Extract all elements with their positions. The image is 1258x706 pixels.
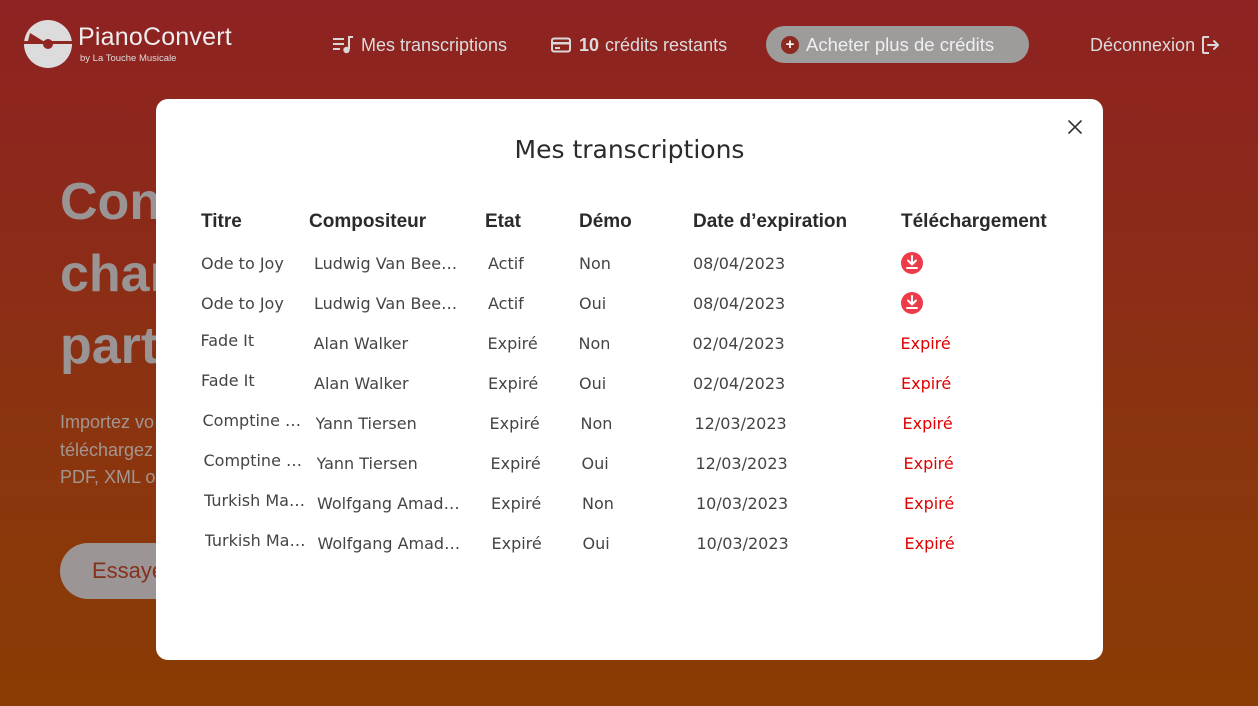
credits-remaining: 10 crédits restants: [551, 30, 727, 60]
buy-credits-label: Acheter plus de crédits: [806, 33, 995, 55]
credits-label: crédits restants: [605, 34, 728, 55]
cell-expiry: 08/04/2023: [693, 254, 786, 273]
hero-heading-line-1: Con: [60, 173, 156, 231]
logout-icon: [1202, 36, 1220, 54]
cell-state: Actif: [488, 254, 524, 273]
cell-composer: Ludwig Van Beethoven: [314, 254, 458, 273]
cell-demo: Oui: [579, 374, 607, 393]
hero-text-line-2: téléchargez: [60, 440, 154, 460]
cell-demo: Oui: [579, 294, 607, 313]
hero-text-line-3: PDF, XML o: [60, 467, 156, 487]
column-header-title: Titre: [201, 211, 242, 232]
top-header: PianoConvert by La Touche Musicale Mes t…: [0, 0, 1258, 90]
table-row: Fade It Alan Walker Expiré Oui 02/04/2023 Exp…: [156, 371, 1103, 414]
cell-state: Actif: [488, 294, 524, 313]
cell-download-status: Expiré: [902, 414, 953, 433]
vinyl-disc-icon: [24, 20, 72, 68]
cell-title: Fade It: [201, 371, 255, 390]
cell-state: Expiré: [491, 494, 542, 513]
cell-expiry: 10/03/2023: [696, 494, 789, 513]
brand-logo[interactable]: PianoConvert by La Touche Musicale: [24, 19, 254, 71]
hero-heading-line-3: part: [60, 317, 156, 375]
table-row: Comptine d'un autre été Yann Tiersen Expir…: [156, 411, 1103, 454]
logout-button[interactable]: Déconnexion: [1090, 30, 1221, 60]
download-icon[interactable]: [900, 291, 924, 315]
cell-title: Comptine d'un autre été: [202, 411, 307, 430]
cell-state: Expiré: [490, 454, 541, 473]
brand-name: PianoConvert: [78, 23, 232, 51]
column-header-state: Etat: [485, 211, 521, 232]
cell-demo: Oui: [581, 454, 609, 473]
cell-composer: Ludwig Van Beethoven: [314, 294, 458, 313]
logout-label: Déconnexion: [1090, 34, 1196, 55]
column-header-download: Téléchargement: [901, 211, 1047, 232]
close-icon[interactable]: [1065, 117, 1085, 137]
cell-composer: Alan Walker: [313, 334, 409, 353]
nav-my-transcriptions[interactable]: Mes transcriptions: [333, 30, 507, 60]
buy-credits-button[interactable]: + Acheter plus de crédits: [766, 26, 1029, 63]
table-row: Comptine d'un autre été Yann Tiersen Expir…: [156, 451, 1103, 494]
transcriptions-modal: Mes transcriptions Titre Compositeur Eta…: [156, 99, 1103, 660]
download-icon[interactable]: [900, 251, 924, 275]
cell-title: Comptine d'un autre été: [203, 451, 308, 470]
cell-expiry: 02/04/2023: [693, 374, 786, 393]
column-header-composer: Compositeur: [309, 211, 427, 232]
cell-state: Expiré: [491, 534, 542, 553]
table-row: Turkish March Wolfgang Amadeus Mozart Expi…: [156, 491, 1103, 534]
cell-expiry: 08/04/2023: [693, 294, 786, 313]
cell-demo: Oui: [582, 534, 610, 553]
cell-demo: Non: [582, 494, 614, 513]
cell-demo: Non: [579, 254, 611, 273]
cell-demo: Non: [578, 334, 611, 353]
table-row: Turkish March Wolfgang Amadeus Mozart Expi…: [156, 531, 1103, 574]
table-row: Ode to Joy Ludwig Van Beethoven Actif Oui 08…: [156, 291, 1103, 334]
cell-title: Turkish March: [204, 531, 309, 550]
cell-state: Expiré: [489, 414, 540, 433]
column-header-expiry: Date d’expiration: [693, 211, 848, 232]
plus-circle-icon: +: [781, 35, 799, 54]
cell-expiry: 02/04/2023: [692, 334, 785, 353]
cell-download-status: Expiré: [901, 374, 952, 393]
nav-my-transcriptions-label: Mes transcriptions: [361, 34, 508, 55]
modal-title: Mes transcriptions: [514, 135, 745, 164]
cell-download-status: Expiré: [904, 534, 955, 553]
credit-card-icon: [551, 37, 571, 53]
cell-composer: Yann Tiersen: [315, 414, 417, 433]
cell-demo: Non: [580, 414, 613, 433]
cell-download-status: Expiré: [903, 454, 954, 473]
cell-composer: Alan Walker: [314, 374, 409, 393]
credits-count: 10: [579, 34, 600, 55]
cell-title: Ode to Joy: [201, 294, 284, 313]
cell-download-status: Expiré: [900, 334, 951, 353]
cell-title: Fade It: [200, 331, 255, 350]
cell-title: Turkish March: [204, 491, 308, 510]
cell-expiry: 10/03/2023: [696, 534, 789, 553]
music-list-icon: [333, 36, 353, 54]
cell-state: Expiré: [488, 374, 539, 393]
table-header: Titre Compositeur Etat Démo Date d’expir…: [156, 211, 1103, 241]
cell-download-status: Expiré: [904, 494, 955, 513]
cell-state: Expiré: [487, 334, 538, 353]
table-row: Ode to Joy Ludwig Van Beethoven Actif Non 08…: [156, 251, 1103, 294]
cell-expiry: 12/03/2023: [694, 414, 787, 433]
column-header-demo: Démo: [579, 211, 632, 232]
brand-subtitle: by La Touche Musicale: [80, 53, 177, 64]
hero-text-line-1: Importez vo: [60, 412, 155, 432]
cell-title: Ode to Joy: [201, 254, 284, 273]
cell-composer: Wolfgang Amadeus Mozart: [317, 534, 462, 553]
cell-composer: Wolfgang Amadeus Mozart: [317, 494, 461, 513]
hero-heading-line-2: char: [60, 245, 156, 303]
table-row: Fade It Alan Walker Expiré Non 02/04/2023 Exp…: [156, 331, 1103, 374]
cell-composer: Yann Tiersen: [316, 454, 418, 473]
cell-expiry: 12/03/2023: [695, 454, 788, 473]
